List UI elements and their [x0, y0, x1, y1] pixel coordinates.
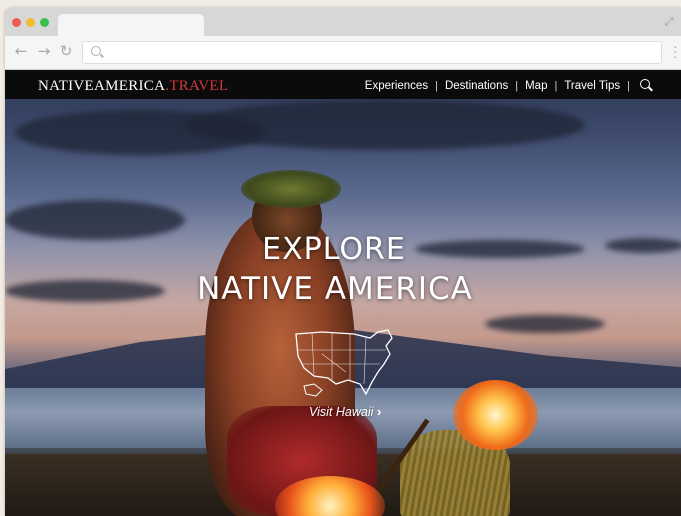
- maximize-window-button[interactable]: [40, 18, 49, 27]
- nav-travel-tips[interactable]: Travel Tips: [564, 78, 620, 94]
- address-search-icon: [91, 46, 101, 56]
- brand-accent-text: .TRAVEL: [165, 78, 229, 94]
- main-nav: Experiences | Destinations | Map | Trave…: [365, 78, 651, 94]
- nav-map[interactable]: Map: [525, 78, 547, 94]
- expand-icon[interactable]: ⤢: [663, 16, 675, 28]
- tab-bar: ⤢: [5, 8, 681, 38]
- address-bar[interactable]: [82, 41, 662, 64]
- site-logo[interactable]: NATIVEAMERICA.TRAVEL: [38, 78, 228, 94]
- browser-tab[interactable]: [58, 14, 204, 38]
- browser-window: ⤢ ← → ↻ · · · NATIVEAMERICA.TRAVEL Exper…: [5, 8, 681, 516]
- reload-icon[interactable]: ↻: [58, 43, 74, 59]
- hero-title-line2: NATIVE AMERICA: [197, 271, 473, 307]
- search-icon[interactable]: [640, 79, 650, 89]
- brand-main-text: NATIVEAMERICA: [38, 78, 166, 94]
- website-viewport: NATIVEAMERICA.TRAVEL Experiences | Desti…: [5, 70, 681, 516]
- nav-separator: |: [554, 80, 558, 92]
- visit-hawaii-link[interactable]: Visit Hawaii: [309, 405, 373, 419]
- nav-separator: |: [435, 80, 438, 92]
- nav-separator: |: [515, 80, 519, 92]
- nav-destinations[interactable]: Destinations: [445, 78, 508, 94]
- chevron-right-icon[interactable]: ›: [377, 404, 381, 419]
- close-window-button[interactable]: [12, 18, 21, 27]
- hero-title-line1: EXPLORE: [262, 232, 406, 267]
- browser-toolbar: ← → ↻ · · ·: [5, 36, 681, 70]
- forward-arrow-icon[interactable]: →: [36, 43, 52, 59]
- usa-map-icon[interactable]: [292, 324, 398, 400]
- minimize-window-button[interactable]: [26, 18, 35, 27]
- back-arrow-icon[interactable]: ←: [13, 43, 29, 59]
- site-header: NATIVEAMERICA.TRAVEL Experiences | Desti…: [5, 70, 681, 99]
- menu-dots-icon[interactable]: · · ·: [673, 39, 678, 63]
- nav-experiences[interactable]: Experiences: [365, 78, 428, 94]
- nav-separator: |: [627, 80, 630, 92]
